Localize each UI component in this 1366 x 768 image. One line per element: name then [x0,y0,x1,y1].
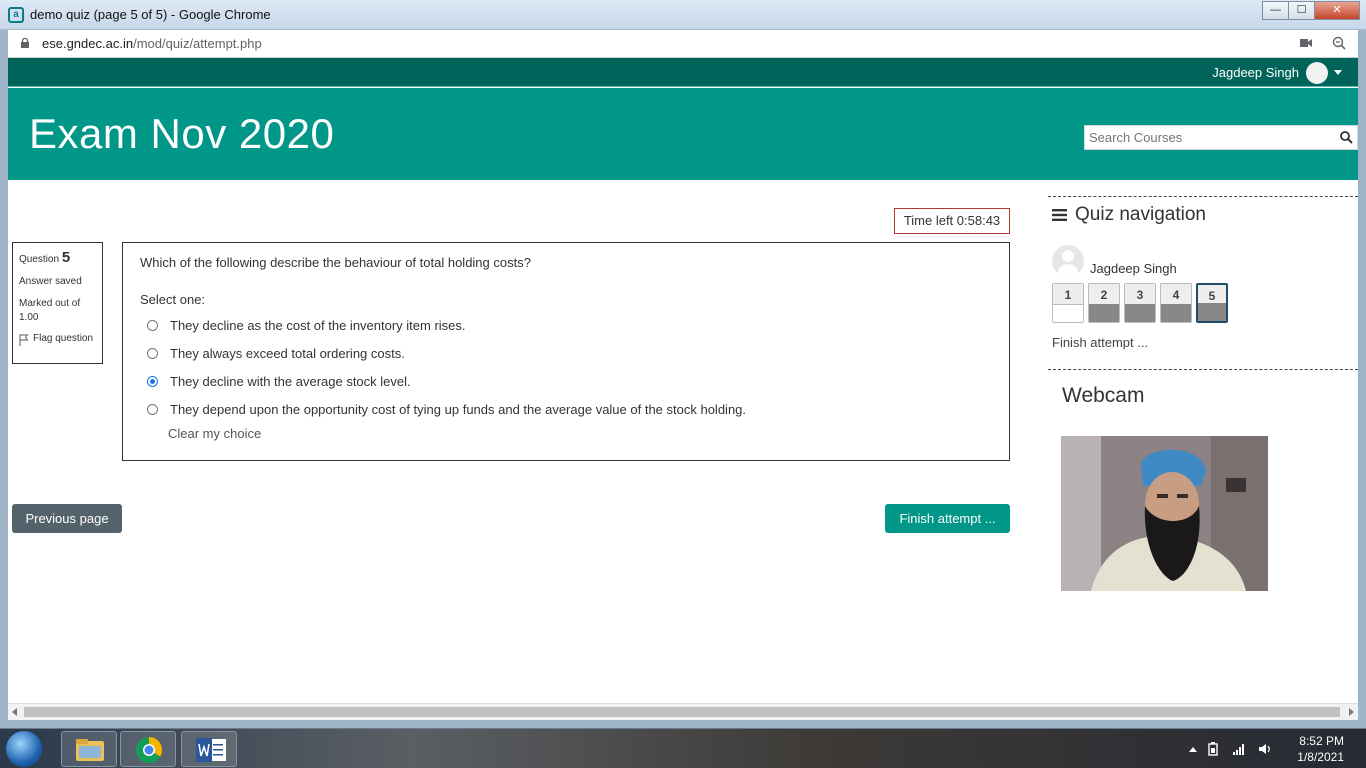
taskbar-chrome[interactable] [120,731,176,767]
answer-state: Answer saved [19,276,82,287]
marked-out-of: Marked out of 1.00 [19,298,81,323]
previous-page-button[interactable]: Previous page [12,504,122,533]
page-header: Exam Nov 2020 [8,88,1358,180]
start-button-icon[interactable] [6,731,42,767]
quiz-navigation-title: Quiz navigation [1052,204,1206,226]
radio-option-c[interactable] [147,375,158,387]
nav-question-2[interactable]: 2 [1088,283,1120,323]
app-icon: a [8,7,24,23]
search-input[interactable] [1085,126,1335,149]
power-icon[interactable] [1206,742,1220,756]
taskbar-word[interactable] [181,731,237,767]
answer-option-c-label[interactable]: They decline with the average stock leve… [170,374,411,389]
url-text[interactable]: ese.gndec.ac.in/mod/quiz/attempt.php [42,36,262,51]
nav-question-4[interactable]: 4 [1160,283,1192,323]
network-icon[interactable] [1232,742,1246,756]
nav-user-name: Jagdeep Singh [1090,260,1177,276]
scrollbar-thumb[interactable] [24,707,1340,717]
answer-state-fill [1161,304,1191,322]
system-clock[interactable]: 8:52 PM 1/8/2021 [1297,733,1344,765]
url-path: /mod/quiz/attempt.php [133,36,262,51]
close-button[interactable]: ✕ [1314,1,1360,20]
quiz-navigation-block: Quiz navigation Jagdeep Singh 1 2 3 4 5 … [1048,196,1358,369]
scroll-right-icon[interactable] [1349,708,1354,716]
chevron-down-icon[interactable] [1334,70,1342,75]
flag-question-label: Flag question [33,333,94,344]
answer-option-b-label[interactable]: They always exceed total ordering costs. [170,346,405,361]
top-navbar: Jagdeep Singh [8,58,1358,87]
camera-icon[interactable] [1300,38,1312,48]
window-title: demo quiz (page 5 of 5) - Google Chrome [30,7,271,22]
answer-state-fill [1053,304,1083,322]
webcam-block: Webcam [1048,369,1358,669]
answer-option-c[interactable]: They decline with the average stock leve… [140,367,992,395]
menu-icon[interactable] [1052,209,1067,221]
search-courses [1084,125,1358,150]
answer-option-d-label[interactable]: They depend upon the opportunity cost of… [170,402,746,417]
taskbar: 8:52 PM 1/8/2021 [0,728,1366,768]
scroll-left-icon[interactable] [12,708,17,716]
radio-option-b[interactable] [147,347,158,359]
nav-question-3[interactable]: 3 [1124,283,1156,323]
nav-question-5[interactable]: 5 [1196,283,1228,323]
taskbar-file-explorer[interactable] [61,731,117,767]
zoom-icon[interactable] [1332,36,1346,50]
folder-icon [76,739,104,761]
clock-date: 1/8/2021 [1297,750,1344,764]
answer-option-a[interactable]: They decline as the cost of the inventor… [140,311,992,339]
nav-question-1[interactable]: 1 [1052,283,1084,323]
clock-time: 8:52 PM [1299,734,1344,748]
course-title: Exam Nov 2020 [29,110,335,157]
webcam-title: Webcam [1062,384,1145,407]
lock-icon [21,38,29,48]
horizontal-scrollbar[interactable] [8,703,1358,720]
answer-option-d[interactable]: They depend upon the opportunity cost of… [140,395,992,423]
answer-state-fill [1125,304,1155,322]
minimize-button[interactable]: — [1262,1,1289,20]
select-one-prompt: Select one: [140,292,206,307]
user-avatar[interactable] [1306,62,1328,84]
user-menu-name[interactable]: Jagdeep Singh [1212,65,1299,80]
radio-option-d[interactable] [147,403,158,415]
window-controls: — ☐ ✕ [1262,1,1360,20]
question-number: Question 5 [19,249,71,266]
finish-attempt-button[interactable]: Finish attempt ... [885,504,1010,533]
user-picture [1052,245,1084,277]
show-hidden-icons-icon[interactable] [1189,747,1197,752]
question-info: Question 5 Answer saved Marked out of 1.… [12,242,103,364]
search-icon[interactable] [1339,130,1353,144]
question-buttons: 1 2 3 4 5 [1052,283,1232,323]
nav-finish-attempt-link[interactable]: Finish attempt ... [1052,335,1148,350]
volume-icon[interactable] [1258,742,1272,756]
time-left: Time left 0:58:43 [894,208,1010,234]
address-bar[interactable]: ese.gndec.ac.in/mod/quiz/attempt.php [8,30,1358,58]
clear-choice-link[interactable]: Clear my choice [168,426,992,441]
question-box: Which of the following describe the beha… [122,242,1010,461]
answer-state-fill [1089,304,1119,322]
nav-user: Jagdeep Singh [1052,245,1177,277]
radio-option-a[interactable] [147,319,158,331]
answer-option-a-label[interactable]: They decline as the cost of the inventor… [170,318,466,333]
maximize-button[interactable]: ☐ [1288,1,1315,20]
flag-question[interactable]: Flag question [19,333,96,346]
question-text: Which of the following describe the beha… [140,255,531,270]
page-viewport: Jagdeep Singh Exam Nov 2020 Time left 0:… [8,58,1358,703]
url-domain: ese.gndec.ac.in [42,36,134,51]
answer-state-fill [1198,303,1226,321]
word-icon [196,738,226,762]
flag-icon [19,334,29,346]
webcam-video [1061,436,1268,591]
answer-option-b[interactable]: They always exceed total ordering costs. [140,339,992,367]
chrome-icon [135,736,163,764]
window-titlebar: a demo quiz (page 5 of 5) - Google Chrom… [0,0,1366,30]
